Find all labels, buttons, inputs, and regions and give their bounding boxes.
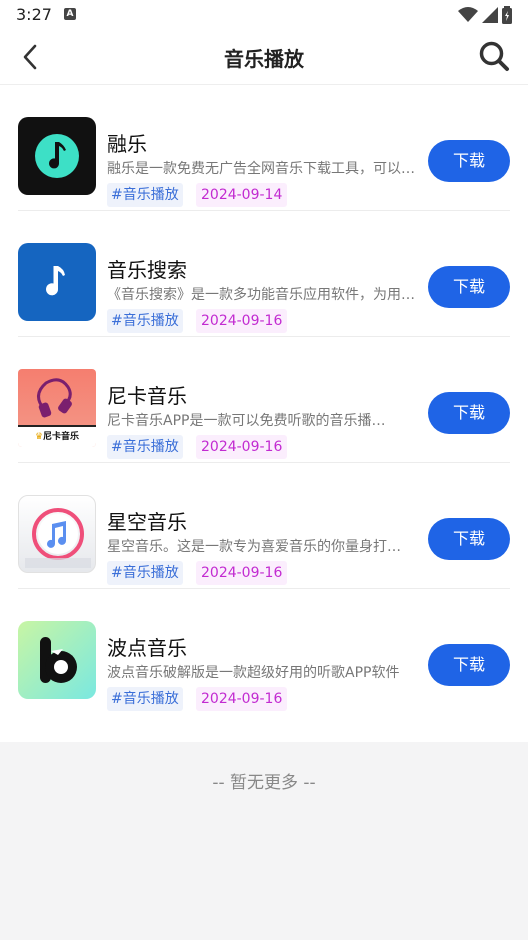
b-logo-icon (40, 637, 77, 683)
crown-icon: ♛ (34, 432, 44, 442)
wifi-icon (458, 7, 478, 22)
no-more-text: -- 暂无更多 -- (212, 773, 316, 793)
status-bar: 3:27 A (0, 0, 528, 30)
list-item[interactable]: ♛尼卡音乐 尼卡音乐 尼卡音乐APP是一款可以免费听歌的音乐播放软件 #音乐播放… (18, 337, 510, 463)
app-description: 融乐是一款免费无广告全网音乐下载工具，可以让你免费下载全网音乐 (107, 161, 417, 177)
header-bar: 音乐播放 (0, 30, 528, 85)
app-icon-label: 尼卡音乐 (43, 432, 80, 442)
app-icon-nika[interactable]: ♛尼卡音乐 (18, 369, 96, 447)
category-tag[interactable]: #音乐播放 (107, 435, 183, 459)
app-name: 音乐搜索 (107, 258, 187, 282)
signal-icon (482, 7, 498, 23)
download-button[interactable]: 下载 (428, 266, 510, 308)
notification-icon: A (64, 8, 76, 20)
app-icon-bodian[interactable] (18, 621, 96, 699)
status-time: 3:27 (16, 5, 52, 24)
app-icon-xingkong[interactable] (18, 495, 96, 573)
headphone-icon (37, 378, 72, 418)
date-badge: 2024-09-16 (196, 309, 288, 333)
app-description: 星空音乐。这是一款专为喜爱音乐的你量身打造的音乐软件 (107, 539, 413, 555)
list-item[interactable]: 融乐 融乐是一款免费无广告全网音乐下载工具，可以让你免费下载全网音乐 #音乐播放… (18, 85, 510, 211)
date-badge: 2024-09-16 (196, 561, 288, 585)
date-badge: 2024-09-16 (196, 435, 288, 459)
app-icon-rongle[interactable] (18, 117, 96, 195)
category-tag[interactable]: #音乐播放 (107, 687, 183, 711)
app-description: 波点音乐破解版是一款超级好用的听歌APP软件 (107, 665, 400, 681)
music-note-icon (46, 266, 65, 296)
music-note-icon (35, 134, 79, 178)
date-badge: 2024-09-16 (196, 687, 288, 711)
status-icons (458, 6, 512, 24)
app-name: 尼卡音乐 (107, 384, 187, 408)
date-badge: 2024-09-14 (196, 183, 288, 207)
list-item[interactable]: 波点音乐 波点音乐破解版是一款超级好用的听歌APP软件 #音乐播放 2024-0… (18, 589, 510, 715)
download-button[interactable]: 下载 (428, 518, 510, 560)
page-title: 音乐播放 (224, 47, 304, 71)
app-description: 尼卡音乐APP是一款可以免费听歌的音乐播放软件 (107, 413, 397, 429)
battery-icon (502, 6, 512, 24)
app-icon-banner: ♛尼卡音乐 (18, 425, 96, 447)
download-button[interactable]: 下载 (428, 140, 510, 182)
category-tag[interactable]: #音乐播放 (107, 309, 183, 333)
app-icon-music-search[interactable] (18, 243, 96, 321)
app-name: 星空音乐 (107, 510, 187, 534)
download-button[interactable]: 下载 (428, 644, 510, 686)
category-tag[interactable]: #音乐播放 (107, 183, 183, 207)
music-note-icon (25, 508, 91, 568)
category-tag[interactable]: #音乐播放 (107, 561, 183, 585)
download-button[interactable]: 下载 (428, 392, 510, 434)
app-name: 波点音乐 (107, 636, 187, 660)
app-list: 融乐 融乐是一款免费无广告全网音乐下载工具，可以让你免费下载全网音乐 #音乐播放… (0, 85, 528, 742)
app-name: 融乐 (107, 132, 147, 156)
search-icon[interactable] (478, 40, 510, 72)
list-item[interactable]: 星空音乐 星空音乐。这是一款专为喜爱音乐的你量身打造的音乐软件 #音乐播放 20… (18, 463, 510, 589)
app-description: 《音乐搜索》是一款多功能音乐应用软件，为用户提供海量音乐资源 (107, 287, 417, 303)
list-item[interactable]: 音乐搜索 《音乐搜索》是一款多功能音乐应用软件，为用户提供海量音乐资源 #音乐播… (18, 211, 510, 337)
